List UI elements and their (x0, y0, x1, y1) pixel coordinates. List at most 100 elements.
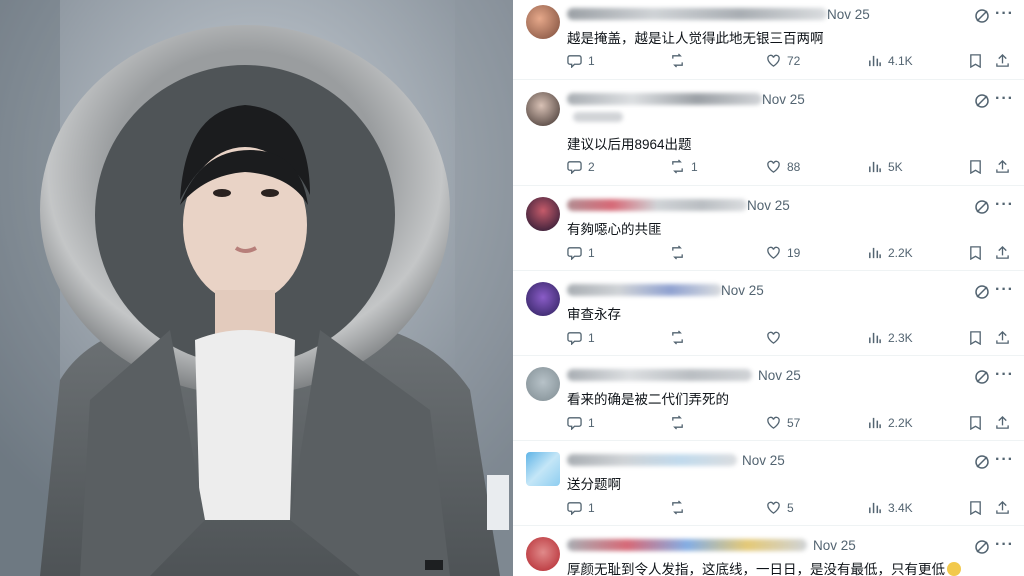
views-icon (869, 247, 881, 259)
grok-icon[interactable] (974, 284, 990, 300)
like-button[interactable]: 88 (766, 159, 800, 174)
avatar[interactable] (526, 452, 560, 486)
reply-count: 1 (588, 415, 595, 430)
avatar[interactable] (526, 5, 560, 39)
view-count: 2.2K (888, 415, 913, 430)
retweet-button[interactable] (670, 53, 691, 68)
grok-icon[interactable] (974, 93, 990, 109)
reply-date[interactable]: Nov 25 (813, 538, 856, 553)
grok-icon[interactable] (974, 369, 990, 385)
reply-text: 建议以后用8964出题 (567, 137, 692, 152)
grok-icon[interactable] (974, 199, 990, 215)
views-button[interactable]: 4.1K (867, 53, 913, 68)
grok-icon[interactable] (974, 539, 990, 555)
retweet-button[interactable]: 1 (670, 159, 698, 174)
avatar[interactable] (526, 197, 560, 231)
share-button[interactable] (995, 245, 1010, 260)
reply-icon (567, 502, 582, 515)
reply-item: Nov 25 ··· 送分题啊 1 5 3.4K (513, 441, 1024, 526)
blurred-username (567, 369, 752, 381)
reply-button[interactable]: 1 (567, 245, 595, 260)
reply-text: 看来的确是被二代们弄死的 (567, 392, 729, 407)
retweet-icon (672, 159, 683, 174)
like-button[interactable]: 57 (766, 415, 800, 430)
views-button[interactable]: 3.4K (867, 500, 913, 515)
like-button[interactable]: 5 (766, 500, 794, 515)
more-icon[interactable]: ··· (995, 451, 1014, 469)
retweet-button[interactable] (670, 245, 691, 260)
retweet-icon (672, 330, 683, 345)
views-button[interactable]: 2.2K (867, 245, 913, 260)
view-count: 4.1K (888, 53, 913, 68)
reply-icon (567, 161, 582, 174)
retweet-button[interactable] (670, 500, 691, 515)
more-icon[interactable]: ··· (995, 5, 1014, 23)
reply-date[interactable]: Nov 25 (758, 368, 801, 383)
share-button[interactable] (995, 415, 1010, 430)
reply-button[interactable]: 1 (567, 415, 595, 430)
share-button[interactable] (995, 159, 1010, 174)
more-icon[interactable]: ··· (995, 366, 1014, 384)
more-icon[interactable]: ··· (995, 281, 1014, 299)
share-button[interactable] (995, 53, 1010, 68)
share-button[interactable] (995, 330, 1010, 345)
avatar[interactable] (526, 282, 560, 316)
like-icon (767, 246, 780, 259)
clown-emoji-icon (947, 562, 961, 576)
views-button[interactable]: 2.2K (867, 415, 913, 430)
reply-item: Nov 25 ··· 审查永存 1 2.3K (513, 271, 1024, 356)
reply-icon (567, 417, 582, 430)
action-bar: 2 1 88 5K (567, 159, 1014, 177)
reply-date[interactable]: Nov 25 (747, 198, 790, 213)
bookmark-button[interactable] (968, 330, 983, 345)
avatar[interactable] (526, 92, 560, 126)
like-button[interactable]: 19 (766, 245, 800, 260)
like-icon (767, 54, 780, 67)
blurred-username (567, 8, 827, 20)
retweet-button[interactable] (670, 415, 691, 430)
avatar[interactable] (526, 367, 560, 401)
reply-count: 1 (588, 500, 595, 515)
more-icon[interactable]: ··· (995, 196, 1014, 214)
like-button[interactable] (766, 330, 787, 345)
bookmark-button[interactable] (968, 500, 983, 515)
bookmark-button[interactable] (968, 159, 983, 174)
action-bar: 1 72 4.1K (567, 53, 1014, 71)
share-icon (996, 245, 1009, 259)
like-icon (767, 331, 780, 344)
bookmark-button[interactable] (968, 415, 983, 430)
reply-date[interactable]: Nov 25 (827, 7, 870, 22)
reply-item: Nov 25 ··· 厚颜无耻到令人发指，这底线，一日日，是没有最低，只有更低 (513, 526, 1024, 576)
reply-text: 有夠噁心的共匪 (567, 222, 662, 237)
reply-button[interactable]: 1 (567, 330, 595, 345)
reply-date[interactable]: Nov 25 (742, 453, 785, 468)
more-icon[interactable]: ··· (995, 536, 1014, 554)
bookmark-button[interactable] (968, 245, 983, 260)
grok-icon[interactable] (974, 8, 990, 24)
reply-date[interactable]: Nov 25 (762, 92, 805, 107)
like-button[interactable]: 72 (766, 53, 800, 68)
views-icon (869, 502, 881, 514)
blurred-username (567, 284, 722, 296)
views-button[interactable]: 2.3K (867, 330, 913, 345)
reply-date[interactable]: Nov 25 (721, 283, 764, 298)
more-icon[interactable]: ··· (995, 90, 1014, 108)
action-bar: 1 5 3.4K (567, 500, 1014, 518)
reply-button[interactable]: 1 (567, 53, 595, 68)
reply-text: 送分题啊 (567, 477, 621, 492)
grok-icon[interactable] (974, 454, 990, 470)
reply-text-wrap: 厚颜无耻到令人发指，这底线，一日日，是没有最低，只有更低 (567, 558, 961, 576)
reply-text: 厚颜无耻到令人发指，这底线，一日日，是没有最低，只有更低 (567, 562, 945, 576)
views-icon (869, 332, 881, 344)
views-button[interactable]: 5K (867, 159, 903, 174)
bookmark-button[interactable] (968, 53, 983, 68)
reply-button[interactable]: 2 (567, 159, 595, 174)
share-icon (996, 415, 1009, 429)
share-button[interactable] (995, 500, 1010, 515)
retweet-button[interactable] (670, 330, 691, 345)
reply-count: 1 (588, 330, 595, 345)
avatar[interactable] (526, 537, 560, 571)
retweet-count: 1 (691, 159, 698, 174)
retweet-icon (672, 245, 683, 260)
reply-button[interactable]: 1 (567, 500, 595, 515)
